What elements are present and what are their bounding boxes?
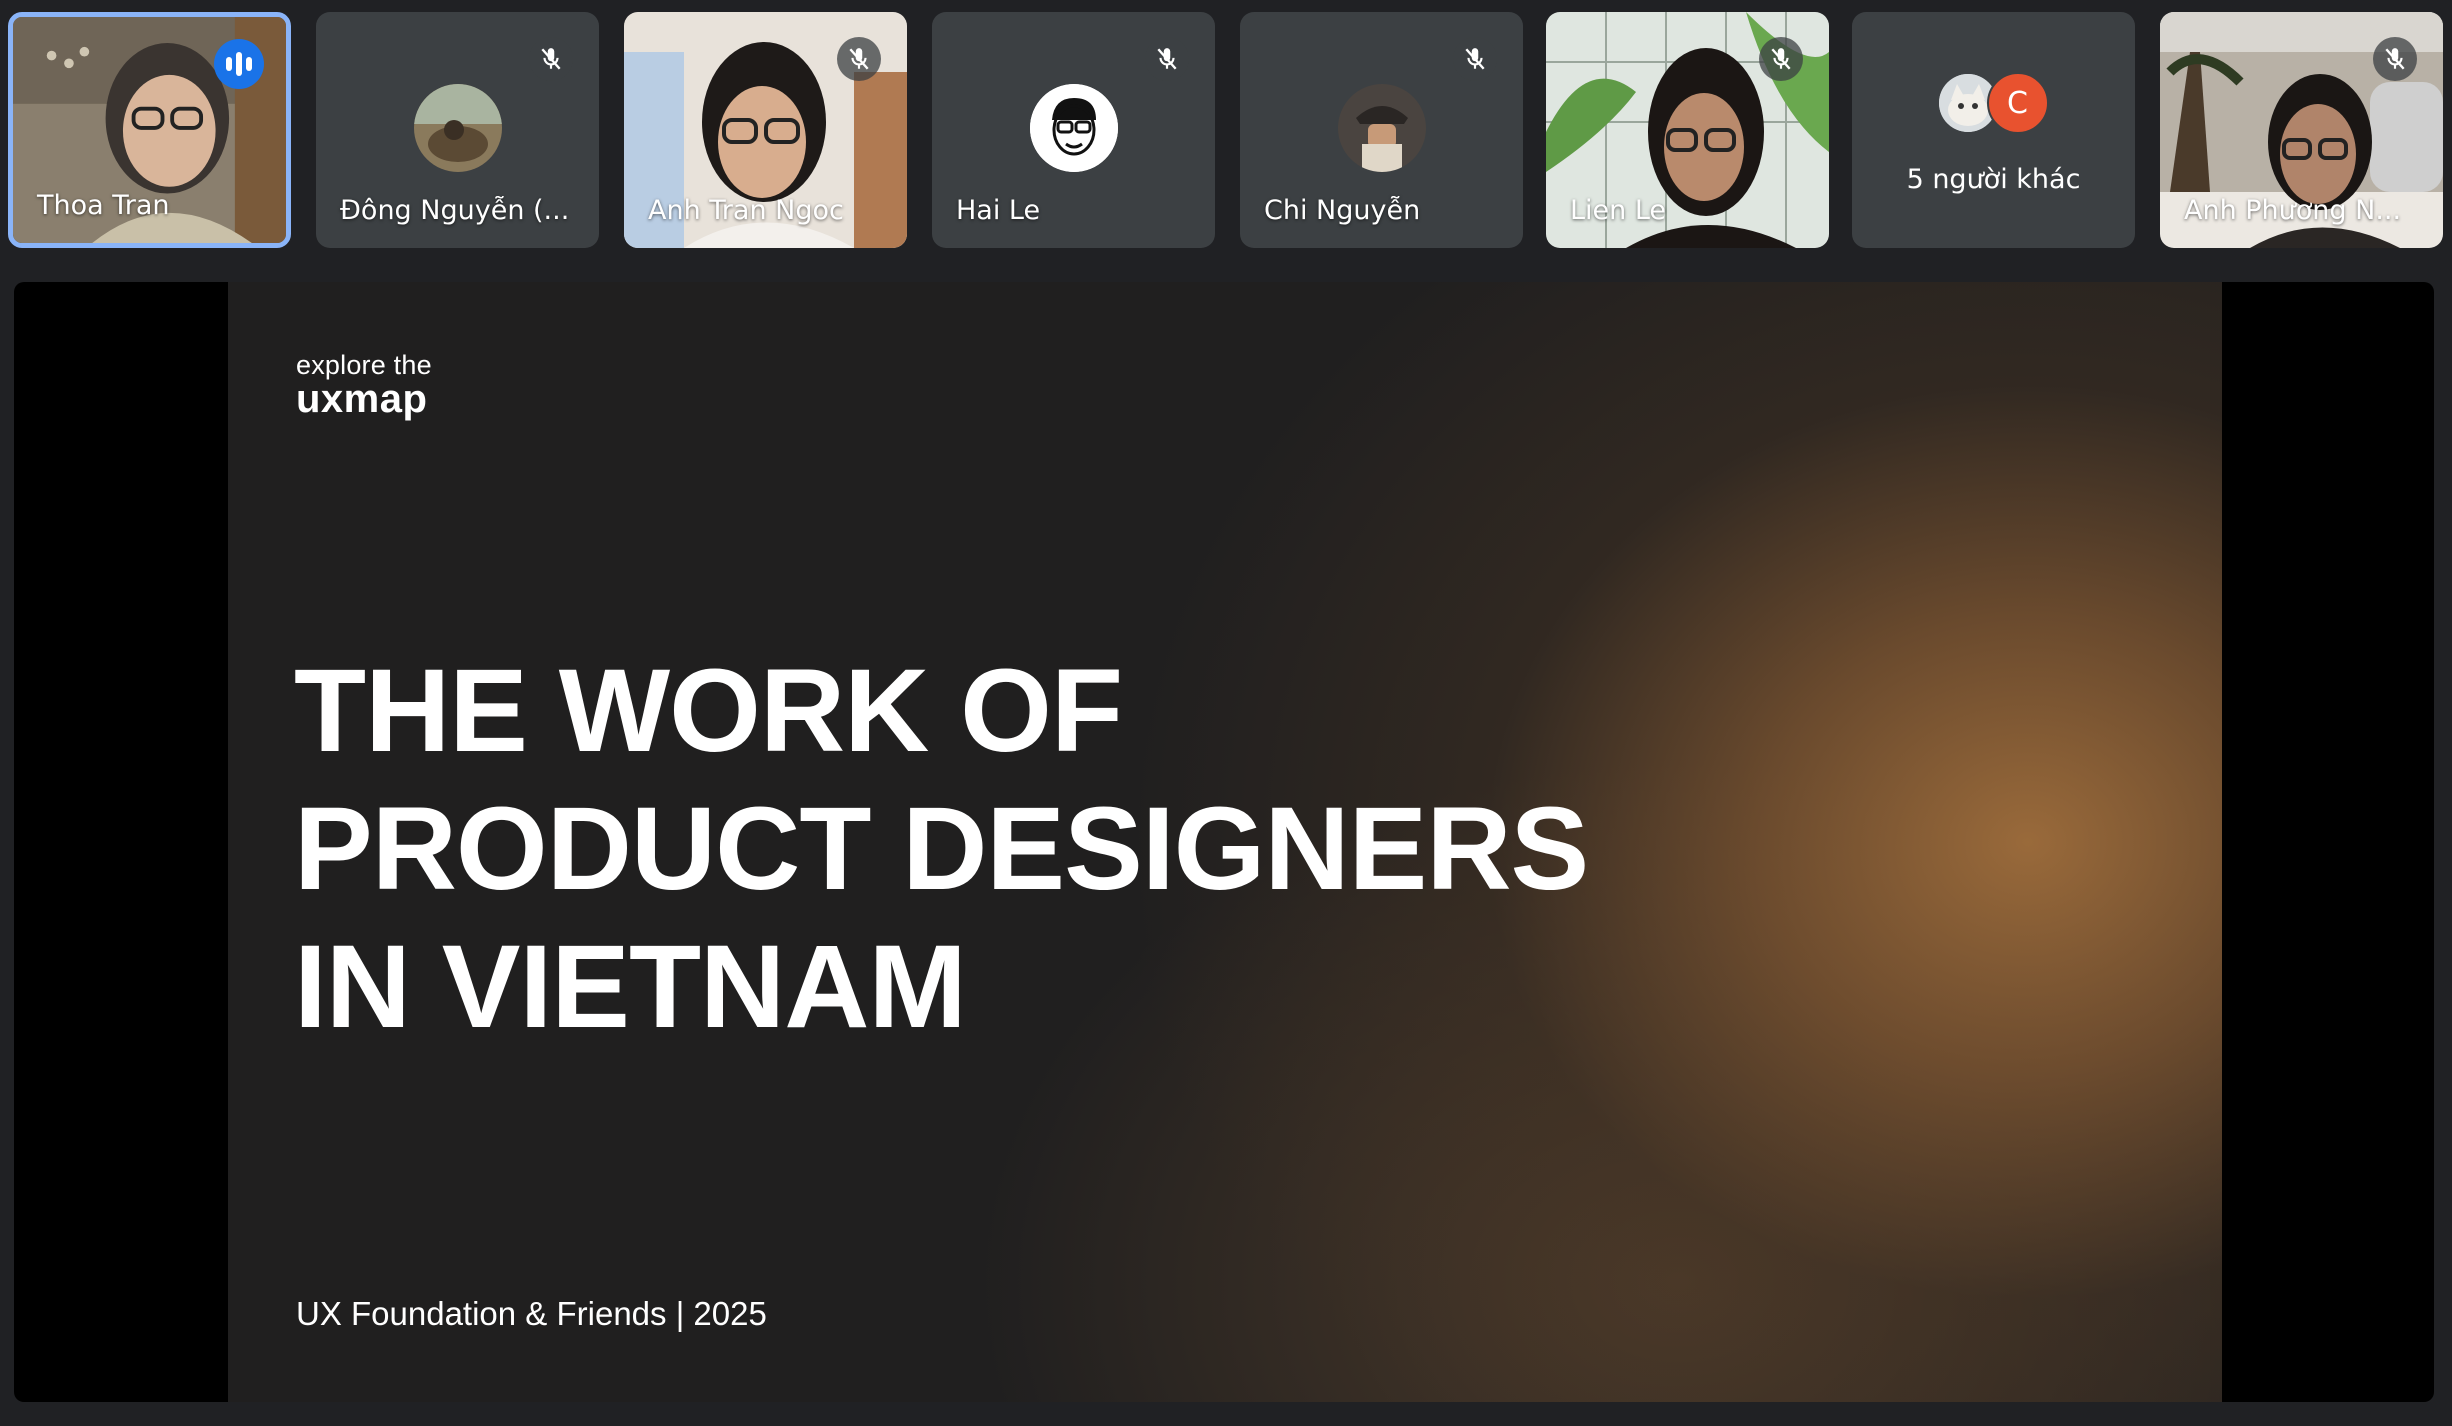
uxmap-logo: explore the uxmap (296, 350, 432, 421)
mic-off-icon (837, 37, 881, 81)
mic-off-icon (529, 37, 573, 81)
slide-title-line-1: THE WORK OF (294, 645, 1123, 777)
participant-tile-anh-phuong[interactable]: Anh Phương N... (2160, 12, 2443, 248)
other-participants-avatars: C (1938, 72, 2049, 134)
participant-tile-chi-nguyen[interactable]: Chi Nguyễn (1240, 12, 1523, 248)
participant-name: Lien Le (1570, 195, 1667, 226)
participant-name: Thoa Tran (37, 190, 170, 221)
presentation-slide: explore the uxmap THE WORK OF PRODUCT DE… (228, 282, 2222, 1402)
participant-name: Đông Nguyễn (... (340, 195, 570, 226)
logo-line-1: explore the (296, 350, 432, 380)
participant-tile-hai-le[interactable]: Hai Le (932, 12, 1215, 248)
avatar (1029, 84, 1118, 172)
participant-name: Chi Nguyễn (1264, 195, 1421, 226)
meeting-screen: Thoa Tran Đông Nguyễn (... Anh Tran Ngoc… (0, 0, 2452, 1426)
presentation-stage[interactable]: explore the uxmap THE WORK OF PRODUCT DE… (14, 282, 2434, 1402)
slide-title: THE WORK OF PRODUCT DESIGNERS IN VIETNAM (294, 642, 1589, 1056)
participant-tile-lien-le[interactable]: Lien Le (1546, 12, 1829, 248)
mic-off-icon (1453, 37, 1497, 81)
participant-tile-dong-nguyen[interactable]: Đông Nguyễn (... (316, 12, 599, 248)
logo-line-2: uxmap (296, 377, 428, 421)
avatar-letter: C (1986, 72, 2049, 134)
participant-name: Anh Tran Ngoc (648, 195, 844, 226)
mic-off-icon (1145, 37, 1189, 81)
other-participants-count: 5 người khác (1906, 164, 2081, 195)
slide-footer: UX Foundation & Friends | 2025 (296, 1295, 767, 1332)
participant-name: Anh Phương N... (2184, 195, 2402, 226)
mic-off-icon (1759, 37, 1803, 81)
slide-title-line-3: IN VIETNAM (294, 921, 967, 1053)
other-participants-tile[interactable]: C 5 người khác (1852, 12, 2135, 248)
avatar (413, 84, 502, 172)
audio-level-icon (214, 39, 264, 89)
mic-off-icon (2373, 37, 2417, 81)
avatar (1337, 84, 1426, 172)
participant-tile-anh-tran-ngoc[interactable]: Anh Tran Ngoc (624, 12, 907, 248)
slide-title-line-2: PRODUCT DESIGNERS (294, 783, 1589, 915)
participant-tile-thoa-tran[interactable]: Thoa Tran (8, 12, 291, 248)
participant-name: Hai Le (956, 195, 1041, 226)
participant-strip: Thoa Tran Đông Nguyễn (... Anh Tran Ngoc… (0, 0, 2452, 260)
